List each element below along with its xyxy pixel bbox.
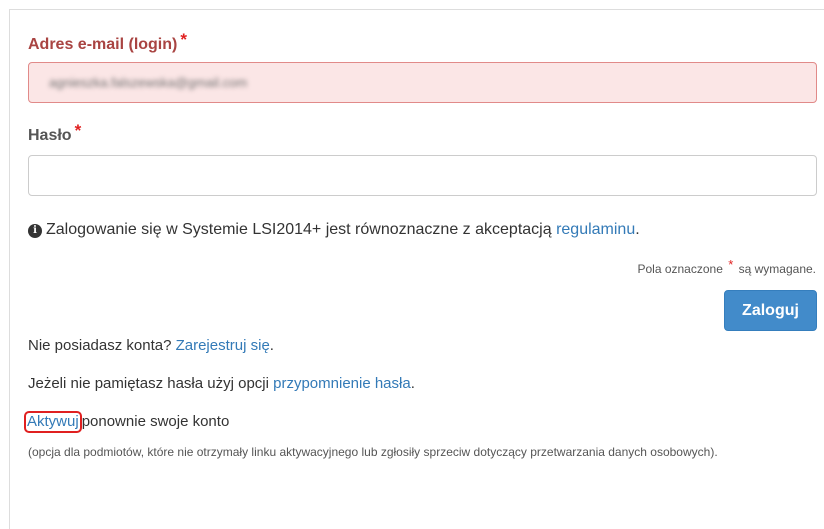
login-button[interactable]: Zaloguj (724, 290, 817, 331)
forgot-prefix: Jeżeli nie pamiętasz hasła użyj opcji (28, 375, 274, 392)
register-prefix: Nie posiadasz konta? (28, 337, 176, 354)
email-required-mark: * (180, 30, 187, 49)
activate-note: (opcja dla podmiotów, które nie otrzymał… (28, 445, 718, 459)
activate-suffix: ponownie swoje konto (81, 413, 230, 430)
email-input-value: agnieszka.falszewska@gmail.com (49, 75, 248, 90)
terms-info-suffix: . (635, 221, 640, 238)
forgot-password-link[interactable]: przypomnienie hasła (273, 375, 411, 392)
email-label: Adres e-mail (login) * (28, 30, 187, 54)
terms-link[interactable]: regulaminu (556, 221, 635, 238)
required-note-prefix: Pola oznaczone (637, 262, 723, 276)
info-circle-icon: i (28, 224, 42, 238)
password-required-mark: * (74, 121, 82, 140)
activate-line: Aktywuj ponownie swoje konto (24, 411, 230, 433)
email-input[interactable]: agnieszka.falszewska@gmail.com (28, 62, 817, 103)
terms-info: i Zalogowanie się w Systemie LSI2014+ jes… (28, 221, 640, 239)
forgot-password-line: Jeżeli nie pamiętasz hasła użyj opcji pr… (28, 375, 415, 392)
forgot-suffix: . (410, 375, 415, 392)
required-note-mark: * (728, 257, 734, 272)
register-link[interactable]: Zarejestruj się (176, 337, 270, 354)
activate-link[interactable]: Aktywuj (24, 411, 82, 433)
terms-info-text: Zalogowanie się w Systemie LSI2014+ jest… (46, 221, 557, 238)
password-label-text: Hasło (28, 127, 72, 144)
password-input[interactable] (28, 155, 817, 196)
required-fields-note: Pola oznaczone * są wymagane. (637, 257, 816, 276)
register-line: Nie posiadasz konta? Zarejestruj się. (28, 337, 274, 354)
register-suffix: . (269, 337, 274, 354)
email-label-text: Adres e-mail (login) (28, 36, 178, 53)
required-note-suffix: są wymagane. (738, 262, 816, 276)
password-label: Hasło * (28, 121, 81, 145)
